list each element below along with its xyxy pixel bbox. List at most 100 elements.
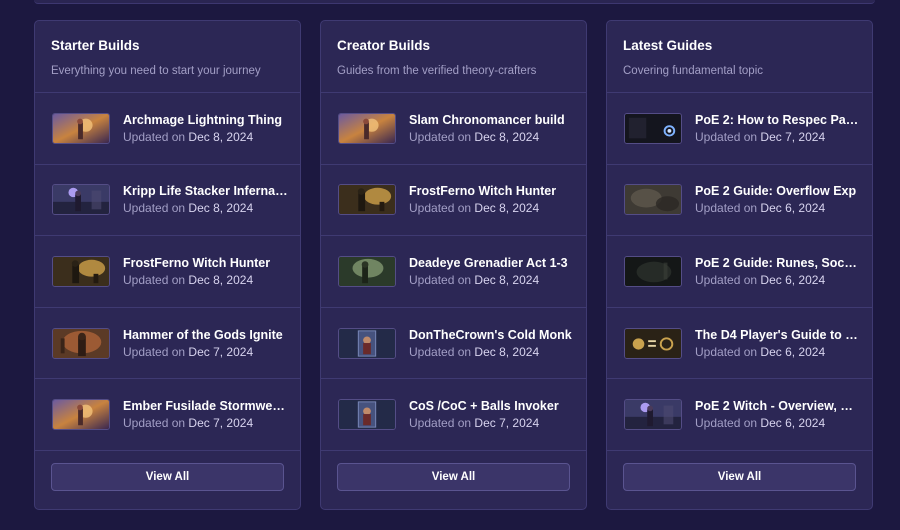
list-item-updated: Updated on Dec 8, 2024 <box>409 345 575 360</box>
list-item-updated: Updated on Dec 7, 2024 <box>123 416 289 431</box>
updated-date: Dec 6, 2024 <box>760 344 826 359</box>
list-item-text: Slam Chronomancer build Updated on Dec 8,… <box>409 112 575 145</box>
list-item[interactable]: Hammer of the Gods Ignite Updated on Dec … <box>35 308 300 380</box>
list-item-title[interactable]: Deadeye Grenadier Act 1-3 <box>409 255 575 271</box>
list-item-text: DonTheCrown's Cold Monk Updated on Dec 8,… <box>409 327 575 360</box>
gold-hunter-thumbnail[interactable] <box>338 184 396 216</box>
list-item-text: FrostFerno Witch Hunter Updated on Dec 8,… <box>409 183 575 216</box>
list-item[interactable]: PoE 2 Guide: Overflow Exp Updated on Dec … <box>607 165 872 237</box>
fire-mage-thumbnail[interactable] <box>338 112 396 144</box>
dark-cave-thumbnail[interactable] <box>624 255 682 287</box>
list-item-text: PoE 2 Witch - Overview, Skills Updated on… <box>695 398 861 431</box>
updated-label: Updated on <box>409 416 472 431</box>
list-item-updated: Updated on Dec 7, 2024 <box>409 416 575 431</box>
list-item-title[interactable]: FrostFerno Witch Hunter <box>409 183 575 199</box>
list-item[interactable]: PoE 2: How to Respec Passives Updated on … <box>607 93 872 165</box>
list-item[interactable]: DonTheCrown's Cold Monk Updated on Dec 8,… <box>321 308 586 380</box>
list-item-updated: Updated on Dec 6, 2024 <box>695 416 861 431</box>
card-starter-builds: Starter Builds Everything you need to sta… <box>34 20 301 510</box>
updated-date: Dec 8, 2024 <box>188 272 254 287</box>
orange-warrior-thumbnail[interactable] <box>52 327 110 359</box>
card-header: Latest Guides Covering fundamental topic <box>607 21 872 93</box>
list-item-text: Deadeye Grenadier Act 1-3 Updated on Dec … <box>409 255 575 288</box>
gold-hunter-thumbnail[interactable] <box>52 255 110 287</box>
updated-label: Updated on <box>409 344 472 359</box>
list-item-text: PoE 2 Guide: Overflow Exp Updated on Dec … <box>695 183 861 216</box>
list-item[interactable]: Kripp Life Stacker Infernalist Updated on… <box>35 165 300 237</box>
list-item[interactable]: Ember Fusilade Stormweaver Updated on Dec… <box>35 379 300 451</box>
view-all-button[interactable]: View All <box>51 463 284 491</box>
updated-date: Dec 8, 2024 <box>474 201 540 216</box>
card-subtitle: Covering fundamental topic <box>623 65 763 77</box>
dark-portal-thumbnail[interactable] <box>624 112 682 144</box>
list-item-text: Hammer of the Gods Ignite Updated on Dec … <box>123 327 289 360</box>
list-item-title[interactable]: FrostFerno Witch Hunter <box>123 255 289 271</box>
list-item-text: CoS /CoC + Balls Invoker Updated on Dec 7… <box>409 398 575 431</box>
list-item[interactable]: FrostFerno Witch Hunter Updated on Dec 8,… <box>35 236 300 308</box>
purple-witch-thumbnail[interactable] <box>52 184 110 216</box>
updated-date: Dec 7, 2024 <box>188 344 254 359</box>
updated-date: Dec 8, 2024 <box>188 129 254 144</box>
view-all-button[interactable]: View All <box>337 463 570 491</box>
list-item-updated: Updated on Dec 7, 2024 <box>123 345 289 360</box>
blue-card-thumbnail[interactable] <box>338 399 396 431</box>
card-title: Creator Builds <box>337 38 431 53</box>
list-item-title[interactable]: Kripp Life Stacker Infernalist <box>123 183 289 199</box>
list-item-title[interactable]: Ember Fusilade Stormweaver <box>123 398 289 414</box>
updated-label: Updated on <box>695 129 758 144</box>
green-ranger-thumbnail[interactable] <box>338 255 396 287</box>
list-item-updated: Updated on Dec 8, 2024 <box>409 201 575 216</box>
updated-label: Updated on <box>123 201 186 216</box>
list-item-title[interactable]: Archmage Lightning Thing <box>123 112 289 128</box>
list-item-title[interactable]: DonTheCrown's Cold Monk <box>409 327 575 343</box>
updated-label: Updated on <box>695 344 758 359</box>
list-item-updated: Updated on Dec 6, 2024 <box>695 345 861 360</box>
list-item[interactable]: Deadeye Grenadier Act 1-3 Updated on Dec … <box>321 236 586 308</box>
updated-label: Updated on <box>695 272 758 287</box>
blue-card-thumbnail[interactable] <box>338 327 396 359</box>
updated-date: Dec 6, 2024 <box>760 201 826 216</box>
list-item-text: PoE 2: How to Respec Passives Updated on … <box>695 112 861 145</box>
list-item-text: The D4 Player's Guide to PoE 2Updated on… <box>695 327 861 360</box>
list-item-updated: Updated on Dec 8, 2024 <box>409 273 575 288</box>
list-item-title[interactable]: Slam Chronomancer build <box>409 112 575 128</box>
purple-witch-thumbnail[interactable] <box>624 399 682 431</box>
list-item[interactable]: PoE 2 Witch - Overview, Skills Updated on… <box>607 379 872 451</box>
list-item[interactable]: The D4 Player's Guide to PoE 2Updated on… <box>607 308 872 380</box>
card-title: Starter Builds <box>51 38 140 53</box>
card-subtitle: Guides from the verified theory-crafters <box>337 65 537 77</box>
gold-icons-thumbnail[interactable] <box>624 327 682 359</box>
fire-mage-thumbnail[interactable] <box>52 399 110 431</box>
list-item[interactable]: Slam Chronomancer build Updated on Dec 8,… <box>321 93 586 165</box>
updated-label: Updated on <box>695 201 758 216</box>
updated-label: Updated on <box>409 201 472 216</box>
updated-date: Dec 8, 2024 <box>188 201 254 216</box>
card-subtitle: Everything you need to start your journe… <box>51 65 261 77</box>
list-item[interactable]: Archmage Lightning Thing Updated on Dec 8… <box>35 93 300 165</box>
list-item-title[interactable]: CoS /CoC + Balls Invoker <box>409 398 575 414</box>
list-item-updated: Updated on Dec 8, 2024 <box>123 201 289 216</box>
list-item[interactable]: CoS /CoC + Balls Invoker Updated on Dec 7… <box>321 379 586 451</box>
fire-mage-thumbnail[interactable] <box>52 112 110 144</box>
list-item-text: PoE 2 Guide: Runes, Sockets Updated on De… <box>695 255 861 288</box>
updated-label: Updated on <box>123 416 186 431</box>
list-item-title[interactable]: Hammer of the Gods Ignite <box>123 327 289 343</box>
list-item-title[interactable]: PoE 2 Guide: Runes, Sockets <box>695 255 861 271</box>
list-item-title[interactable]: The D4 Player's Guide to PoE 2 <box>695 327 861 343</box>
updated-label: Updated on <box>409 129 472 144</box>
list-item-title[interactable]: PoE 2: How to Respec Passives <box>695 112 861 128</box>
list-item-updated: Updated on Dec 6, 2024 <box>695 201 861 216</box>
updated-label: Updated on <box>123 129 186 144</box>
list-item-text: Kripp Life Stacker Infernalist Updated on… <box>123 183 289 216</box>
list-item[interactable]: PoE 2 Guide: Runes, Sockets Updated on De… <box>607 236 872 308</box>
view-all-button[interactable]: View All <box>623 463 856 491</box>
list-item-title[interactable]: PoE 2 Witch - Overview, Skills <box>695 398 861 414</box>
updated-date: Dec 6, 2024 <box>760 416 826 431</box>
list-item-title[interactable]: PoE 2 Guide: Overflow Exp <box>695 183 861 199</box>
updated-date: Dec 7, 2024 <box>474 416 540 431</box>
list-item-text: Ember Fusilade Stormweaver Updated on Dec… <box>123 398 289 431</box>
list-item[interactable]: FrostFerno Witch Hunter Updated on Dec 8,… <box>321 165 586 237</box>
updated-date: Dec 8, 2024 <box>474 272 540 287</box>
updated-date: Dec 7, 2024 <box>760 129 826 144</box>
stone-grey-thumbnail[interactable] <box>624 184 682 216</box>
